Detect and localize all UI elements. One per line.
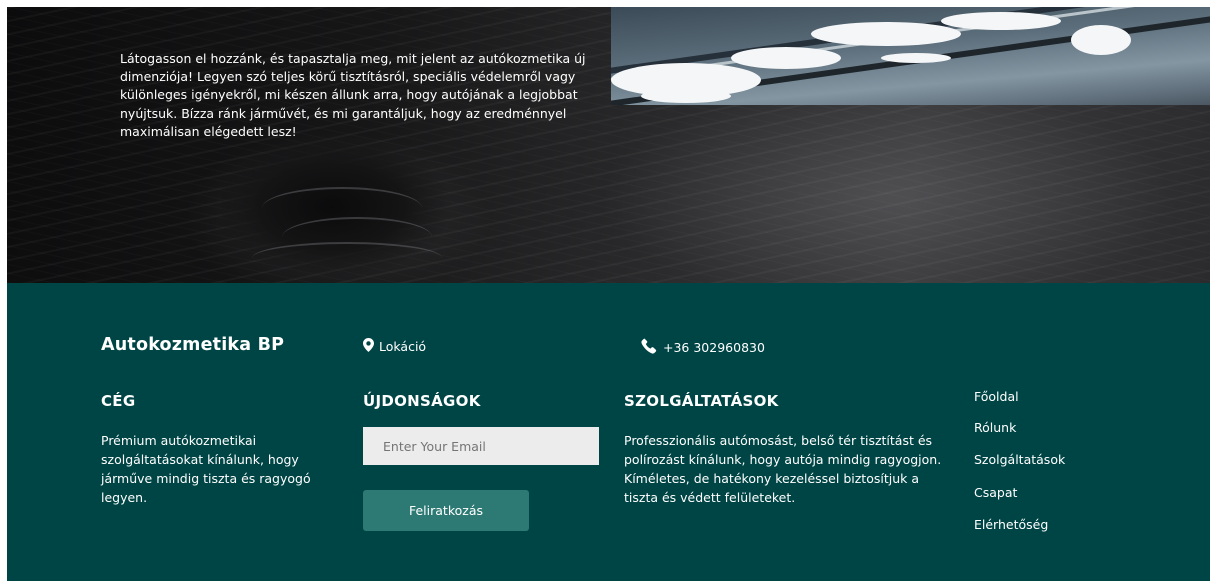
hero-section: Látogasson el hozzánk, és tapasztalja me… xyxy=(7,7,1210,283)
location-link[interactable]: Lokáció xyxy=(363,338,426,355)
news-title: ÚJDONSÁGOK xyxy=(363,392,481,410)
phone-link[interactable]: +36 302960830 xyxy=(641,338,765,357)
hero-image-car-wash xyxy=(611,7,1210,105)
site-footer: Autokozmetika BP Lokáció +36 302960830 C… xyxy=(7,283,1210,581)
company-title: CÉG xyxy=(101,392,136,410)
footer-link-home[interactable]: Főoldal xyxy=(974,389,1019,404)
email-input[interactable] xyxy=(363,427,599,465)
footer-link-about[interactable]: Rólunk xyxy=(974,420,1016,435)
services-description: Professzionális autómosást, belső tér ti… xyxy=(624,433,942,505)
footer-brand: Autokozmetika BP xyxy=(101,335,285,355)
map-pin-icon xyxy=(363,338,374,355)
services-title: SZOLGÁLTATÁSOK xyxy=(624,392,779,410)
hero-boot-shadow xyxy=(222,127,467,277)
page: Látogasson el hozzánk, és tapasztalja me… xyxy=(7,7,1210,581)
footer-link-contact[interactable]: Elérhetőség xyxy=(974,517,1048,532)
footer-link-services[interactable]: Szolgáltatások xyxy=(974,452,1065,467)
subscribe-button[interactable]: Feliratkozás xyxy=(363,490,529,531)
hero-paragraph: Látogasson el hozzánk, és tapasztalja me… xyxy=(120,50,586,140)
phone-icon xyxy=(641,338,657,357)
footer-link-team[interactable]: Csapat xyxy=(974,485,1017,500)
location-label: Lokáció xyxy=(379,339,427,354)
company-description: Prémium autókozmetikai szolgáltatásokat … xyxy=(101,433,311,505)
phone-number: +36 302960830 xyxy=(663,340,765,355)
